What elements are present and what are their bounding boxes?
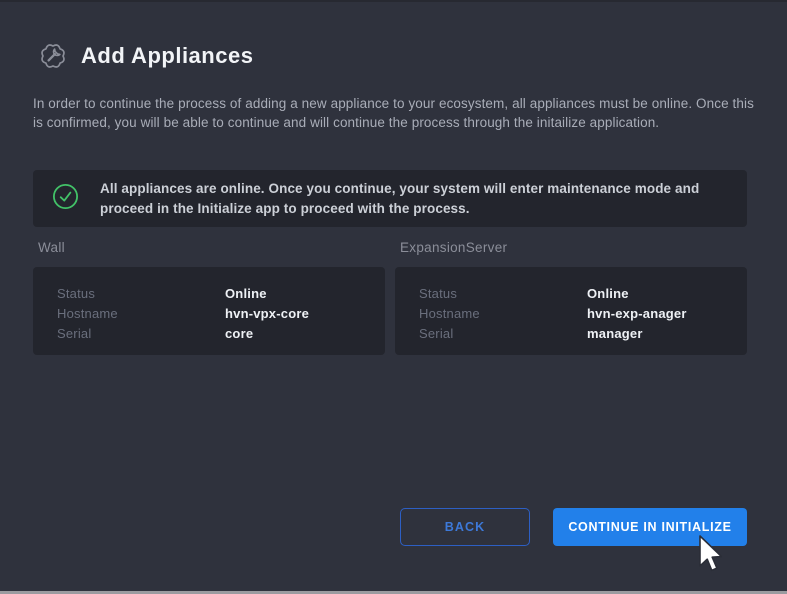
field-row: Hostname hvn-vpx-core (57, 304, 385, 324)
back-button[interactable]: BACK (400, 508, 530, 546)
field-row: Serial manager (419, 324, 747, 344)
field-label: Hostname (419, 306, 480, 321)
appliance-section-expansionserver: ExpansionServer Status Online Hostname h… (395, 240, 747, 355)
add-appliances-screen: Add Appliances In order to continue the … (0, 0, 787, 594)
field-value: hvn-vpx-core (225, 306, 310, 321)
field-row: Status Online (57, 284, 385, 304)
appliance-card: Status Online Hostname hvn-vpx-core Seri… (33, 267, 385, 355)
field-value: Online (587, 286, 629, 301)
field-value: manager (587, 326, 643, 341)
appliance-card: Status Online Hostname hvn-exp-anager Se… (395, 267, 747, 355)
field-value: core (225, 326, 254, 341)
field-row: Hostname hvn-exp-anager (419, 304, 747, 324)
field-label: Status (419, 286, 458, 301)
section-title: Wall (38, 240, 65, 255)
window-top-edge (0, 0, 787, 2)
field-label: Hostname (57, 306, 118, 321)
field-label: Serial (419, 326, 454, 341)
appliance-sections: Wall Status Online Hostname hvn-vpx-core… (33, 240, 747, 355)
page-title: Add Appliances (81, 43, 254, 68)
continue-in-initialize-button[interactable]: CONTINUE IN INITIALIZE (553, 508, 747, 546)
check-circle-icon (33, 183, 79, 215)
field-label: Status (57, 286, 96, 301)
field-row: Serial core (57, 324, 385, 344)
field-value: hvn-exp-anager (587, 306, 687, 321)
gear-wrench-icon (38, 41, 68, 71)
section-title: ExpansionServer (400, 240, 508, 255)
page-header: Add Appliances (38, 41, 253, 71)
field-row: Status Online (419, 284, 747, 304)
intro-text: In order to continue the process of addi… (33, 96, 754, 130)
appliance-section-wall: Wall Status Online Hostname hvn-vpx-core… (33, 240, 385, 355)
status-banner-text: All appliances are online. Once you cont… (100, 181, 700, 216)
status-banner: All appliances are online. Once you cont… (33, 170, 747, 227)
field-value: Online (225, 286, 267, 301)
field-label: Serial (57, 326, 92, 341)
